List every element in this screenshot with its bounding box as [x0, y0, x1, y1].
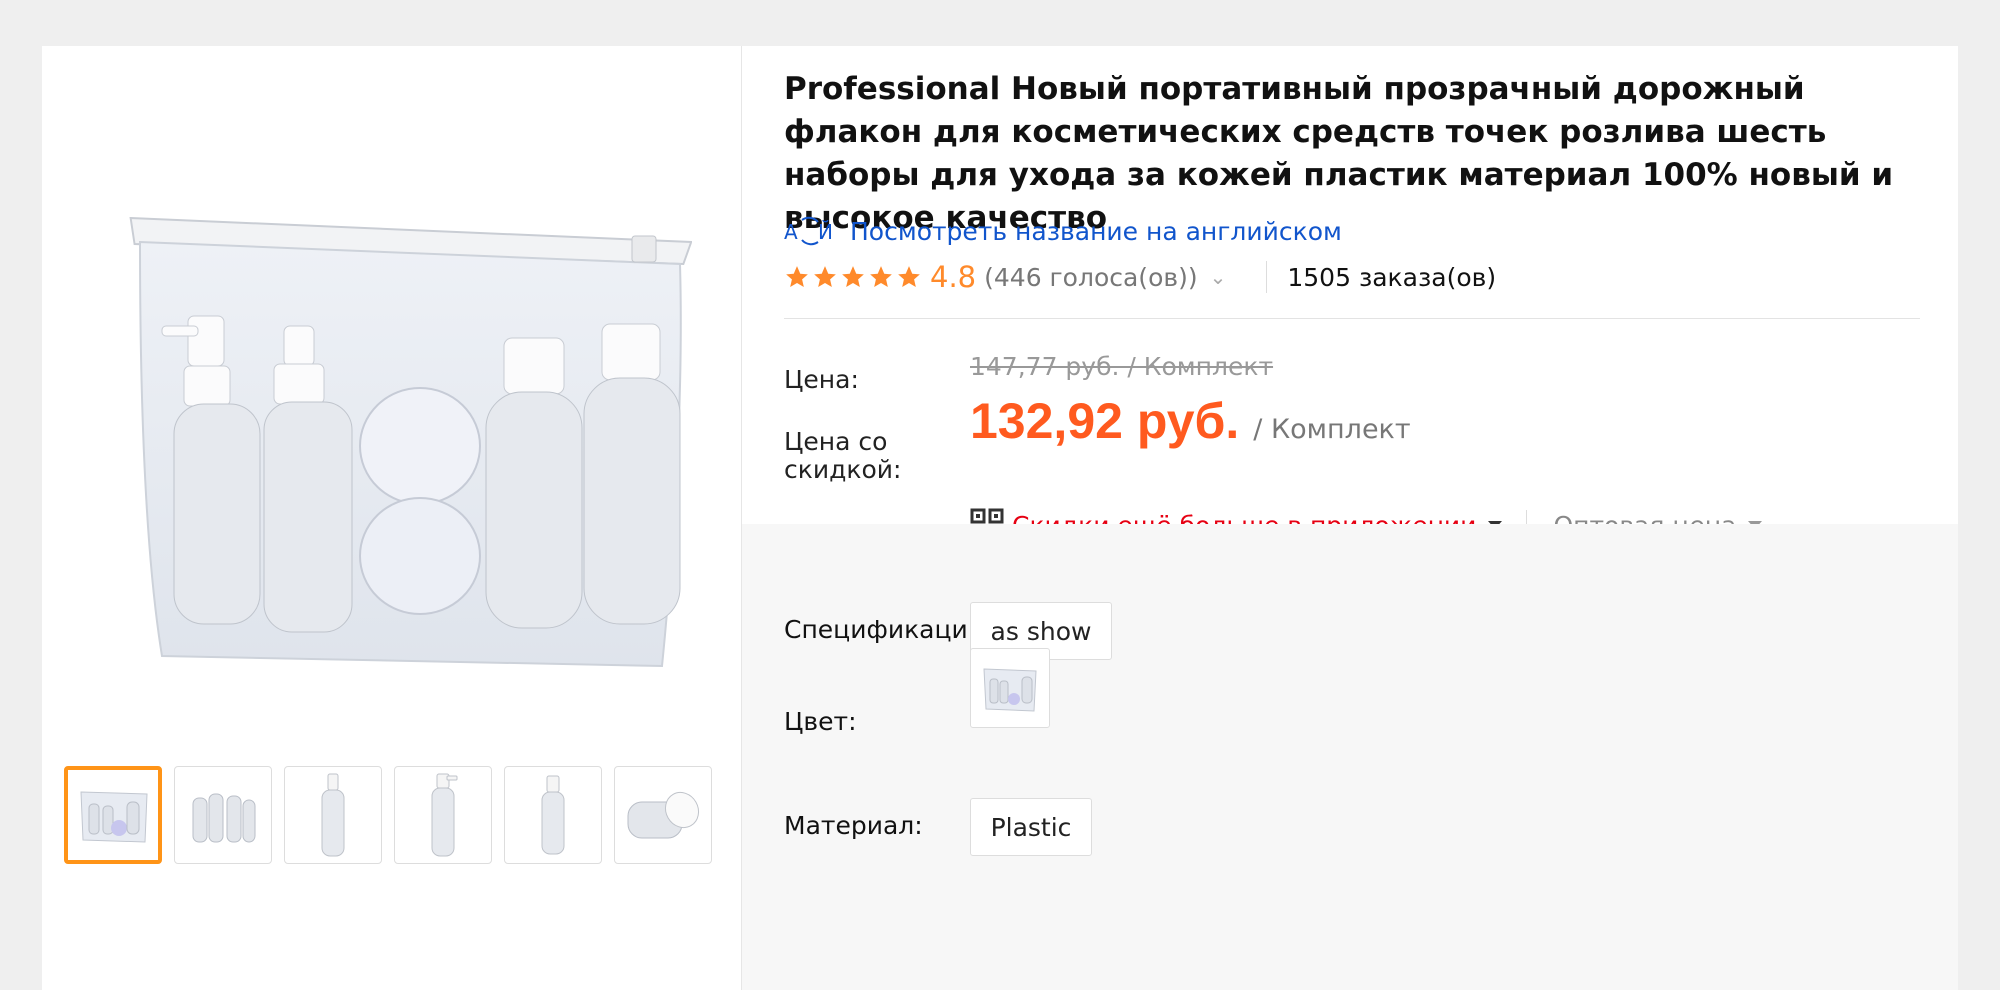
thumbnail-6[interactable] [614, 766, 712, 864]
product-card: Professional Новый портативный прозрачны… [42, 46, 1958, 990]
svg-text:A: A [784, 220, 798, 244]
star-icon [786, 266, 808, 287]
color-label: Цвет: [784, 707, 857, 736]
thumbnail-1[interactable] [64, 766, 162, 864]
star-icon [842, 266, 864, 287]
sku-options: Спецификации: as show Цвет: Материал: Pl… [742, 524, 1958, 990]
thumbnail-4[interactable] [394, 766, 492, 864]
material-label: Материал: [784, 811, 923, 840]
discount-price-label: Цена со скидкой: [784, 427, 902, 484]
price-unit: / Комплект [1253, 414, 1411, 445]
thumbnail-2[interactable] [174, 766, 272, 864]
star-icon [898, 266, 920, 287]
divider [1266, 261, 1268, 293]
translate-row[interactable]: A Й Посмотреть название на английском [784, 214, 1342, 248]
color-option-swatch[interactable] [970, 648, 1050, 728]
thumbnail-5[interactable] [504, 766, 602, 864]
price-label: Цена: [784, 365, 859, 394]
star-icon [870, 266, 892, 287]
price-amount: 132,92 руб. [970, 393, 1240, 449]
star-rating [784, 264, 922, 290]
divider [784, 318, 1920, 319]
old-price: 147,77 руб. / Комплект [970, 352, 1274, 381]
orders-count: 1505 заказа(ов) [1287, 262, 1497, 292]
votes-count[interactable]: (446 голоса(ов)) [984, 263, 1197, 292]
translate-icon: A Й [784, 216, 833, 246]
svg-text:Й: Й [818, 220, 833, 244]
material-option-button[interactable]: Plastic [970, 798, 1092, 856]
thumbnail-strip [64, 766, 712, 864]
rating-row: 4.8 (446 голоса(ов)) ⌄ 1505 заказа(ов) [784, 260, 1496, 294]
product-info: Professional Новый портативный прозрачны… [742, 46, 1958, 990]
image-gallery [42, 46, 742, 990]
rating-value: 4.8 [930, 260, 977, 294]
chevron-down-icon[interactable]: ⌄ [1210, 265, 1227, 289]
spec-label: Спецификации: [784, 615, 993, 644]
discount-price: 132,92 руб. / Комплект [970, 392, 1411, 450]
star-icon [814, 266, 836, 287]
translate-title-link[interactable]: Посмотреть название на английском [850, 217, 1342, 246]
main-product-image[interactable] [92, 146, 693, 706]
thumbnail-3[interactable] [284, 766, 382, 864]
